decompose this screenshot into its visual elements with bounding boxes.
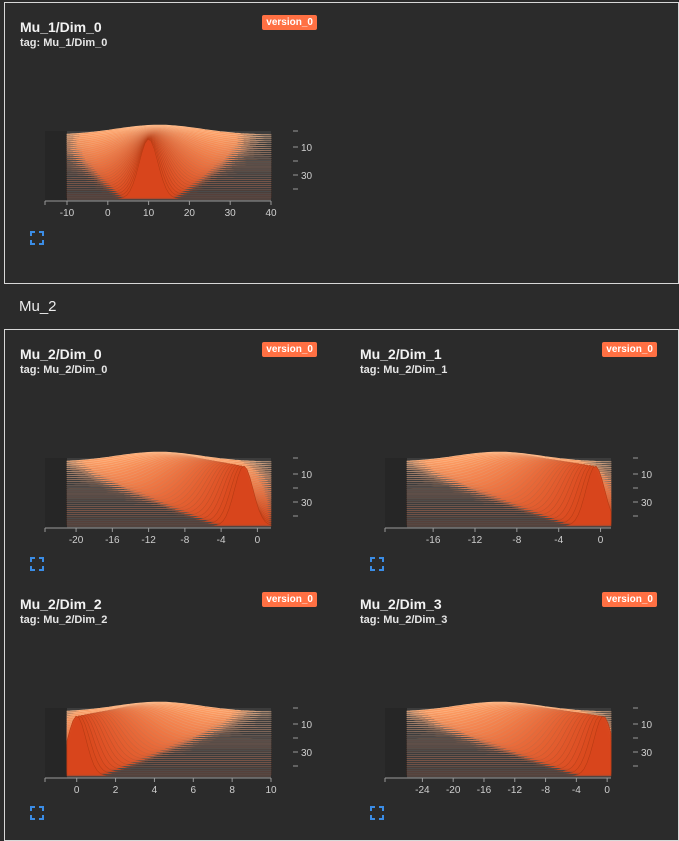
y-tick-label: 10 <box>301 720 313 731</box>
y-tick-label: 30 <box>301 748 313 759</box>
panel-mu1-dim0: Mu_1/Dim_0 tag: Mu_1/Dim_0 version_0 -10… <box>5 3 325 248</box>
histogram-chart: -16 -12 -8 -4 0 10 30 <box>384 451 653 546</box>
x-tick-label: -8 <box>541 785 550 796</box>
x-tick-label: -24 <box>415 785 430 796</box>
plot-margin <box>385 458 407 528</box>
histogram-chart: 0 2 4 6 8 10 10 30 <box>44 701 313 796</box>
x-tick-label: 0 <box>255 535 261 546</box>
x-tick-label: 0 <box>105 208 111 219</box>
x-tick-label: 0 <box>598 535 604 546</box>
expand-icon[interactable] <box>30 231 44 245</box>
expand-icon[interactable] <box>30 806 44 820</box>
x-tick-label: 0 <box>604 785 610 796</box>
expand-icon[interactable] <box>30 557 44 571</box>
x-tick-label: -12 <box>468 535 483 546</box>
x-tick-label: -20 <box>446 785 461 796</box>
y-tick-label: 30 <box>301 498 313 509</box>
section-header[interactable]: Mu_2 <box>0 285 679 329</box>
y-tick-label: 10 <box>641 470 653 481</box>
panel-mu2-dim2: Mu_2/Dim_2 tag: Mu_2/Dim_2 version_0 024… <box>5 580 325 825</box>
x-tick-label: -16 <box>105 535 120 546</box>
x-tick-label: -4 <box>572 785 581 796</box>
mu2-card: Mu_2/Dim_0 tag: Mu_2/Dim_0 version_0 -20… <box>4 329 679 841</box>
y-tick-label: 30 <box>301 171 313 182</box>
x-tick-label: 4 <box>152 785 158 796</box>
panel-mu2-dim1: Mu_2/Dim_1 tag: Mu_2/Dim_1 version_0 -16… <box>345 330 665 575</box>
y-tick-label: 10 <box>301 470 313 481</box>
y-tick-label: 30 <box>641 498 653 509</box>
x-tick-label: 20 <box>184 208 196 219</box>
y-tick-label: 10 <box>301 143 313 154</box>
x-tick-label: -4 <box>554 535 563 546</box>
x-tick-label: -8 <box>512 535 521 546</box>
y-tick-label: 30 <box>641 748 653 759</box>
x-tick-label: -8 <box>180 535 189 546</box>
histogram-chart: -20 -16 -12 -8 -4 0 10 30 <box>44 451 313 546</box>
x-tick-label: 6 <box>191 785 197 796</box>
x-tick-label: -10 <box>60 208 75 219</box>
expand-icon[interactable] <box>370 557 384 571</box>
section-title: Mu_2 <box>19 298 57 315</box>
x-tick-label: 0 <box>74 785 80 796</box>
plot-margin <box>45 131 67 201</box>
histogram-chart: -10 0 10 20 30 40 10 30 <box>44 124 313 219</box>
plot-margin <box>385 708 407 778</box>
plot-margin <box>45 458 67 528</box>
panel-mu2-dim3: Mu_2/Dim_3 tag: Mu_2/Dim_3 version_0 -24… <box>345 580 665 825</box>
histogram-chart: -24 -20 -16 -12 -8 -4 0 10 30 <box>384 701 653 796</box>
x-tick-label: -16 <box>426 535 441 546</box>
x-tick-label: 10 <box>143 208 155 219</box>
x-tick-label: -20 <box>69 535 84 546</box>
y-tick-label: 10 <box>641 720 653 731</box>
mu1-card: Mu_1/Dim_0 tag: Mu_1/Dim_0 version_0 -10… <box>4 2 679 284</box>
x-tick-label: 2 <box>113 785 119 796</box>
x-tick-label: 40 <box>265 208 277 219</box>
x-tick-label: 30 <box>225 208 237 219</box>
expand-icon[interactable] <box>370 806 384 820</box>
x-tick-label: -4 <box>217 535 226 546</box>
x-tick-label: -12 <box>141 535 156 546</box>
plot-margin <box>45 708 67 778</box>
x-tick-label: -16 <box>477 785 492 796</box>
x-tick-label: 10 <box>265 785 277 796</box>
x-tick-label: -12 <box>508 785 523 796</box>
panel-mu2-dim0: Mu_2/Dim_0 tag: Mu_2/Dim_0 version_0 -20… <box>5 330 325 575</box>
x-tick-label: 8 <box>229 785 235 796</box>
